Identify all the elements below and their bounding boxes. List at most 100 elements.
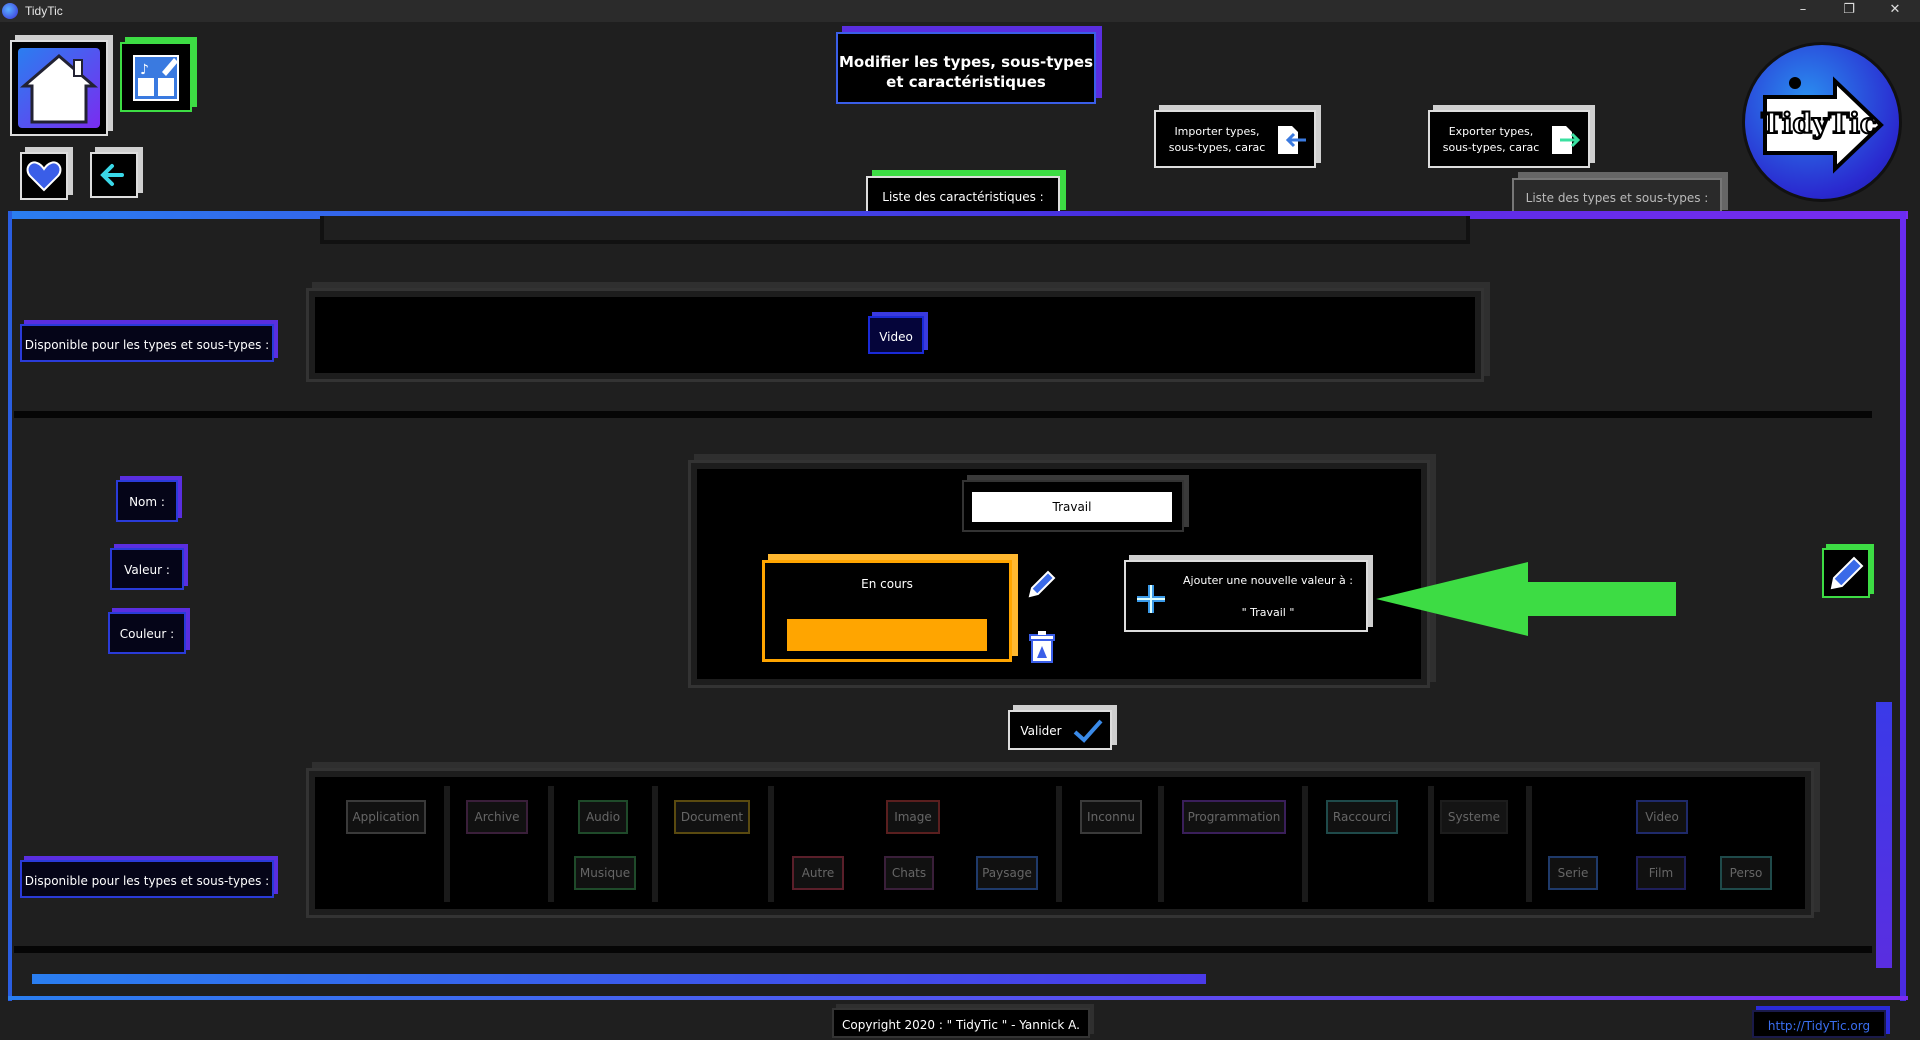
pencil-icon bbox=[1028, 570, 1056, 598]
tab-caracteristiques[interactable]: Liste des caractéristiques : bbox=[866, 176, 1060, 216]
home-icon bbox=[18, 48, 100, 128]
edit-caracteristique-button[interactable] bbox=[1822, 548, 1870, 598]
arrow-left-icon bbox=[100, 164, 124, 186]
type-image-label: Image bbox=[894, 810, 932, 824]
type-application[interactable]: Application bbox=[346, 800, 426, 834]
tab-caracteristiques-label: Liste des caractéristiques : bbox=[882, 190, 1044, 204]
export-button[interactable]: Exporter types, sous-types, carac bbox=[1428, 110, 1590, 168]
color-label-box: Couleur : bbox=[108, 612, 186, 654]
value-label-box: Valeur : bbox=[110, 548, 184, 590]
column-divider bbox=[1428, 786, 1434, 902]
copyright-box: Copyright 2020 : " TidyTic " - Yannick A… bbox=[832, 1008, 1090, 1038]
minimize-button[interactable]: – bbox=[1780, 0, 1826, 22]
edit-value-button[interactable] bbox=[1024, 566, 1060, 602]
website-link-box[interactable]: http://TidyTic.org bbox=[1752, 1010, 1886, 1038]
subtype-film-label: Film bbox=[1648, 866, 1674, 880]
column-divider bbox=[548, 786, 554, 902]
value-label: Valeur : bbox=[124, 563, 170, 577]
home-button[interactable] bbox=[10, 40, 108, 136]
horizontal-scrollbar[interactable] bbox=[32, 974, 1206, 984]
column-divider bbox=[1526, 786, 1532, 902]
import-button[interactable]: Importer types, sous-types, carac bbox=[1154, 110, 1316, 168]
column-divider bbox=[1158, 786, 1164, 902]
type-archive[interactable]: Archive bbox=[466, 800, 528, 834]
type-systeme-label: Systeme bbox=[1447, 810, 1501, 824]
media-edit-button[interactable]: ♪ bbox=[120, 42, 192, 112]
vertical-scrollbar[interactable] bbox=[1876, 702, 1892, 968]
column-divider bbox=[1056, 786, 1062, 902]
type-systeme[interactable]: Systeme bbox=[1440, 800, 1508, 834]
name-input[interactable]: Travail bbox=[972, 492, 1172, 522]
type-image[interactable]: Image bbox=[886, 800, 940, 834]
close-button[interactable]: ✕ bbox=[1872, 0, 1918, 22]
value-card-en-cours[interactable]: En cours bbox=[762, 560, 1012, 662]
type-archive-label: Archive bbox=[474, 810, 520, 824]
lower-available-label: Disponible pour les types et sous-types … bbox=[24, 874, 270, 888]
type-audio[interactable]: Audio bbox=[578, 800, 628, 834]
import-label-line1: Importer types, bbox=[1174, 125, 1260, 138]
column-divider bbox=[1302, 786, 1308, 902]
lower-available-label-box: Disponible pour les types et sous-types … bbox=[20, 860, 274, 898]
media-edit-icon: ♪ bbox=[133, 55, 179, 101]
type-raccourci-label: Raccourci bbox=[1332, 810, 1392, 824]
previous-item-box bbox=[320, 216, 1470, 244]
section-divider bbox=[14, 411, 1872, 418]
upper-available-label-box: Disponible pour les types et sous-types … bbox=[20, 324, 274, 362]
panel-left-border bbox=[8, 211, 12, 1001]
checkmark-icon bbox=[1073, 719, 1103, 743]
subtype-autre[interactable]: Autre bbox=[792, 856, 844, 890]
section-divider-bottom bbox=[14, 946, 1872, 953]
type-document-label: Document bbox=[680, 810, 744, 824]
maximize-button[interactable]: ❐ bbox=[1826, 0, 1872, 22]
svg-text:♪: ♪ bbox=[140, 62, 149, 78]
type-inconnu[interactable]: Inconnu bbox=[1080, 800, 1142, 834]
color-label: Couleur : bbox=[119, 627, 175, 641]
pencil-icon bbox=[1830, 556, 1864, 590]
website-link[interactable]: http://TidyTic.org bbox=[1754, 1019, 1884, 1033]
selected-type-video-label: Video bbox=[879, 330, 913, 344]
page-title: Modifier les types, sous-types et caract… bbox=[838, 52, 1094, 92]
type-document[interactable]: Document bbox=[674, 800, 750, 834]
type-raccourci[interactable]: Raccourci bbox=[1326, 800, 1398, 834]
copyright-text: Copyright 2020 : " TidyTic " - Yannick A… bbox=[842, 1018, 1080, 1032]
green-arrow-icon bbox=[1376, 562, 1676, 636]
page-title-line2: et caractéristiques bbox=[886, 73, 1046, 91]
app-icon bbox=[2, 3, 18, 19]
logo-text: TidyTic bbox=[1760, 106, 1878, 141]
subtype-film[interactable]: Film bbox=[1636, 856, 1686, 890]
subtype-serie-label: Serie bbox=[1557, 866, 1589, 880]
subtype-perso[interactable]: Perso bbox=[1720, 856, 1772, 890]
add-value-label-line1: Ajouter une nouvelle valeur à : bbox=[1183, 574, 1353, 587]
favorites-button[interactable] bbox=[20, 152, 68, 200]
plus-icon bbox=[1137, 585, 1165, 613]
validate-button[interactable]: Valider bbox=[1008, 710, 1112, 750]
page-title-box: Modifier les types, sous-types et caract… bbox=[836, 32, 1096, 104]
subtype-paysage[interactable]: Paysage bbox=[976, 856, 1038, 890]
subtype-paysage-label: Paysage bbox=[982, 866, 1032, 880]
delete-value-button[interactable] bbox=[1026, 630, 1058, 664]
subtype-musique-label: Musique bbox=[579, 866, 631, 880]
export-label-line1: Exporter types, bbox=[1448, 125, 1534, 138]
import-icon bbox=[1278, 126, 1306, 154]
type-video-label: Video bbox=[1645, 810, 1679, 824]
panel-bottom-border bbox=[8, 996, 1908, 1000]
panel-right-border bbox=[1900, 211, 1906, 1001]
selected-type-video[interactable]: Video bbox=[868, 316, 924, 354]
tidytic-logo: TidyTic bbox=[1742, 42, 1902, 202]
value-card-color-swatch bbox=[787, 619, 987, 651]
heart-icon bbox=[26, 161, 62, 192]
add-value-button[interactable]: Ajouter une nouvelle valeur à : " Travai… bbox=[1124, 560, 1368, 632]
subtype-musique[interactable]: Musique bbox=[574, 856, 636, 890]
type-programmation[interactable]: Programmation bbox=[1182, 800, 1286, 834]
export-icon bbox=[1552, 126, 1581, 154]
back-button[interactable] bbox=[90, 152, 138, 198]
window-titlebar: TidyTic – ❐ ✕ bbox=[0, 0, 1920, 22]
subtype-chats[interactable]: Chats bbox=[884, 856, 934, 890]
type-inconnu-label: Inconnu bbox=[1087, 810, 1135, 824]
add-value-label-line2: " Travail " bbox=[1241, 606, 1295, 619]
name-label: Nom : bbox=[129, 495, 165, 509]
export-label: Exporter types, sous-types, carac bbox=[1436, 124, 1546, 156]
type-audio-label: Audio bbox=[585, 810, 621, 824]
subtype-serie[interactable]: Serie bbox=[1548, 856, 1598, 890]
type-video[interactable]: Video bbox=[1636, 800, 1688, 834]
